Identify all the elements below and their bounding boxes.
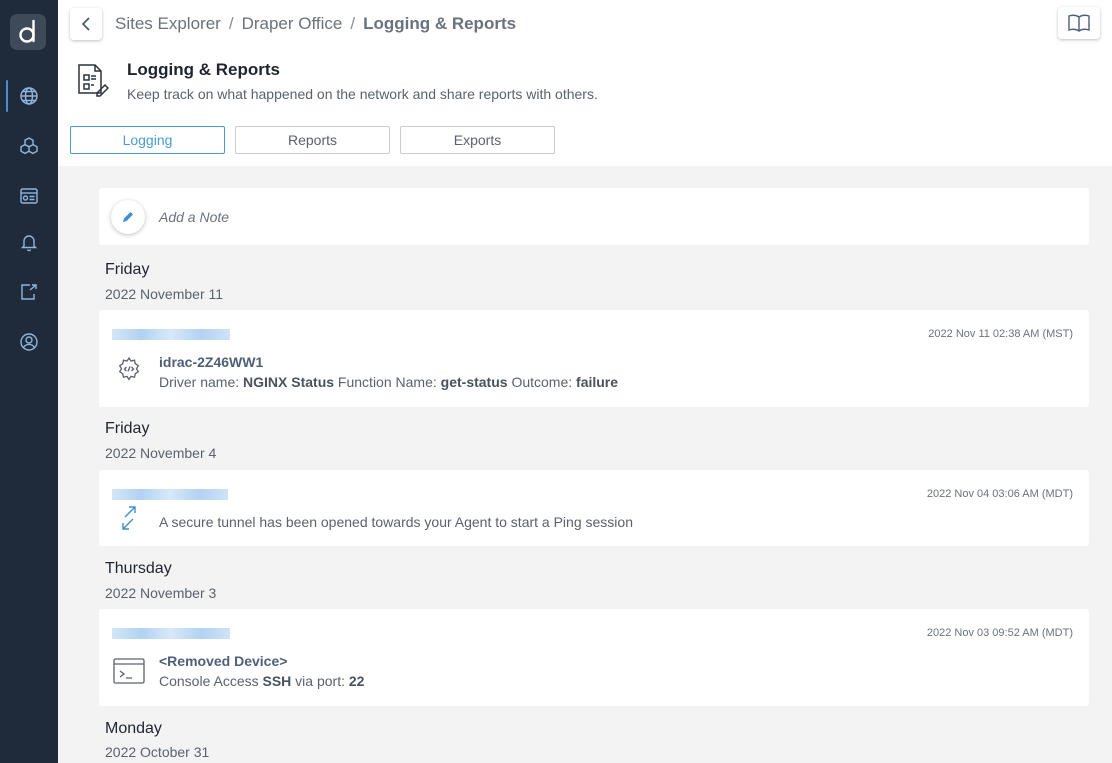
- log-timestamp: 2022 Nov 11 02:38 AM (MST): [928, 328, 1073, 340]
- breadcrumb: Sites Explorer / Draper Office / Logging & R…: [115, 14, 516, 34]
- sidebar-item-sites[interactable]: [0, 76, 58, 116]
- redacted-user: [112, 628, 230, 639]
- sidebar-item-exports[interactable]: [0, 272, 58, 312]
- open-book-icon: [1068, 14, 1090, 32]
- breadcrumb-current: Logging & Reports: [363, 14, 517, 33]
- day-date: 2022 November 11: [105, 286, 224, 302]
- sidebar-item-devices[interactable]: [0, 126, 58, 166]
- log-timestamp: 2022 Nov 04 03:06 AM (MDT): [926, 488, 1073, 500]
- log-text: via port:: [291, 673, 349, 689]
- export-icon: [21, 284, 37, 300]
- gear-code-icon: [113, 353, 145, 385]
- log-text: Function Name:: [334, 374, 441, 390]
- bell-icon: [20, 235, 38, 252]
- back-button[interactable]: [70, 8, 102, 40]
- log-text: Driver name:: [159, 374, 244, 390]
- sidebar-item-notifications[interactable]: [0, 222, 58, 262]
- redacted-user: [112, 329, 230, 340]
- log-port: 22: [348, 673, 365, 689]
- logo-d-icon: [19, 19, 35, 43]
- breadcrumb-draper-office[interactable]: Draper Office: [242, 14, 343, 33]
- day-date: 2022 November 4: [105, 445, 217, 461]
- day-date: 2022 October 31: [105, 744, 210, 760]
- tab-exports[interactable]: Exports: [400, 126, 555, 154]
- day-heading: Monday: [105, 720, 162, 737]
- log-entry[interactable]: 2022 Nov 04 03:06 AM (MDT) A secure tunn…: [99, 470, 1089, 546]
- log-entry[interactable]: 2022 Nov 11 02:38 AM (MST) idrac-2Z46WW1…: [99, 310, 1089, 407]
- tab-reports[interactable]: Reports: [235, 126, 390, 154]
- log-details: Console Access SSH via port: 22: [159, 673, 364, 689]
- day-heading: Friday: [105, 261, 150, 278]
- add-note-card[interactable]: Add a Note: [99, 188, 1089, 245]
- log-entry[interactable]: 2022 Nov 03 09:52 AM (MDT) <Removed Devi…: [99, 609, 1089, 706]
- sidebar-item-account[interactable]: [0, 322, 58, 362]
- breadcrumb-sites-explorer[interactable]: Sites Explorer: [115, 14, 221, 33]
- log-timeline: Add a Note Friday 2022 November 11 2022 …: [58, 166, 1112, 763]
- day-date: 2022 November 3: [105, 585, 217, 601]
- log-message: A secure tunnel has been opened towards …: [159, 514, 633, 530]
- day-heading: Friday: [105, 420, 150, 437]
- user-circle-icon: [20, 333, 38, 351]
- app-logo[interactable]: [10, 14, 46, 50]
- tunnel-arrows-icon: [113, 502, 145, 534]
- docs-button[interactable]: [1058, 7, 1100, 39]
- page-header: Sites Explorer / Draper Office / Logging & R…: [58, 0, 1112, 166]
- sidebar: [0, 0, 58, 763]
- log-device-name[interactable]: <Removed Device>: [159, 653, 287, 669]
- log-driver-name: NGINX Status: [243, 374, 335, 390]
- log-protocol: SSH: [262, 673, 292, 689]
- log-function-name: get-status: [440, 374, 508, 390]
- cubes-icon: [20, 137, 38, 155]
- page-subtitle: Keep track on what happened on the netwo…: [127, 86, 598, 102]
- day-heading: Thursday: [105, 560, 172, 577]
- pencil-icon: [123, 212, 133, 222]
- tab-logging[interactable]: Logging: [70, 126, 225, 154]
- chevron-left-icon: [81, 17, 90, 31]
- log-text: Console Access: [159, 673, 263, 689]
- log-timestamp: 2022 Nov 03 09:52 AM (MDT): [926, 627, 1073, 639]
- log-outcome: failure: [576, 374, 619, 390]
- log-text: Outcome:: [507, 374, 577, 390]
- redacted-user: [112, 489, 228, 500]
- breadcrumb-separator: /: [228, 14, 234, 33]
- terminal-icon: [113, 655, 145, 687]
- globe-icon: [20, 87, 38, 105]
- page-title: Logging & Reports: [127, 60, 280, 79]
- sidebar-item-dashboard[interactable]: [0, 176, 58, 216]
- breadcrumb-separator: /: [350, 14, 356, 33]
- add-note-label: Add a Note: [159, 209, 230, 225]
- log-device-name[interactable]: idrac-2Z46WW1: [159, 354, 263, 370]
- log-details: Driver name: NGINX Status Function Name:…: [159, 374, 618, 390]
- dashboard-icon: [20, 188, 38, 204]
- report-document-icon: [75, 63, 110, 104]
- add-note-button[interactable]: [111, 200, 145, 234]
